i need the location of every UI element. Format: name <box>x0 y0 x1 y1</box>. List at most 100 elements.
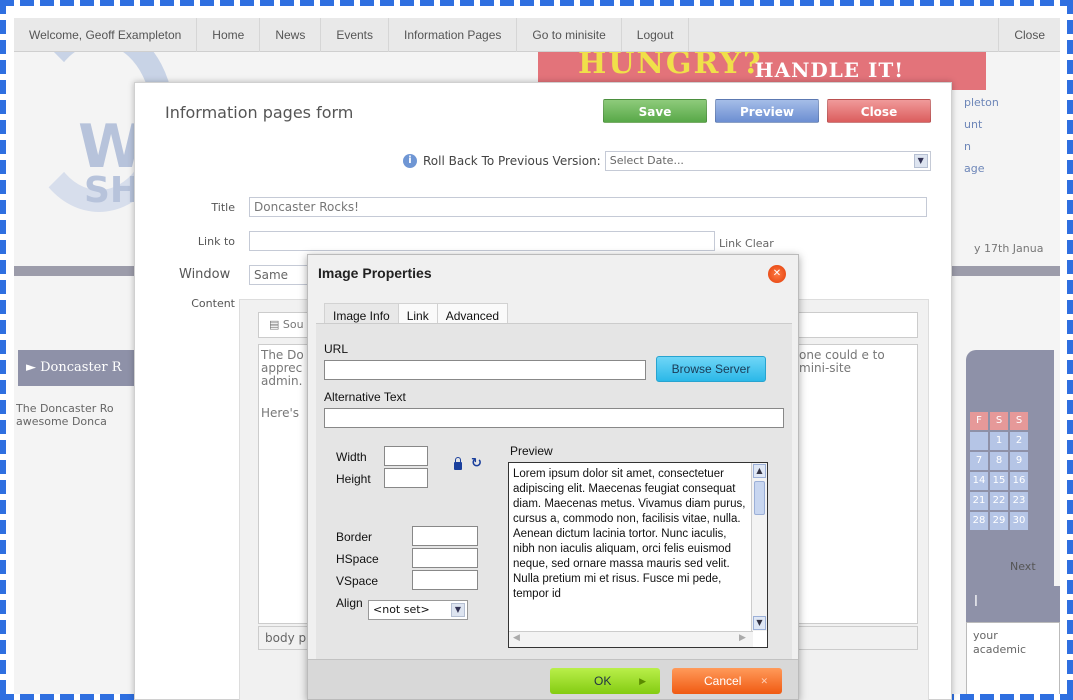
scroll-left-icon[interactable]: ◀ <box>513 633 520 643</box>
width-label: Width <box>336 450 367 464</box>
nav-logout[interactable]: Logout <box>622 17 690 52</box>
preview-label: Preview <box>510 444 553 458</box>
save-button[interactable]: Save <box>603 99 707 123</box>
ok-button-label: OK <box>594 674 612 688</box>
rollback-label: Roll Back To Previous Version: <box>423 154 601 168</box>
banner-text-right: HANDLE IT! <box>754 58 904 82</box>
sidebar-heading[interactable]: ► Doncaster R <box>18 350 140 386</box>
lock-icon[interactable] <box>454 457 462 470</box>
right-link[interactable]: n <box>964 136 999 158</box>
alt-text-input[interactable] <box>324 408 784 428</box>
scroll-down-icon[interactable]: ▼ <box>753 616 766 630</box>
link-clear-button[interactable]: Link Clear <box>719 237 774 250</box>
calendar-day[interactable]: 1 <box>990 432 1008 450</box>
preview-button[interactable]: Preview <box>715 99 819 123</box>
calendar-day[interactable]: 22 <box>990 492 1008 510</box>
date-text: y 17th Janua <box>974 242 1044 255</box>
calendar-day[interactable] <box>970 432 988 450</box>
calendar-day[interactable]: 16 <box>1010 472 1028 490</box>
height-input[interactable] <box>384 468 428 488</box>
close-icon[interactable]: ✕ <box>768 265 786 283</box>
vspace-input[interactable] <box>412 570 478 590</box>
nav-home[interactable]: Home <box>197 17 261 52</box>
bottom-panel-text: your academic <box>966 622 1060 694</box>
frame-right <box>1067 0 1073 700</box>
rollback-date-select[interactable]: Select Date... ▼ <box>604 151 931 171</box>
editor-right-text: one could e to mini-site <box>799 348 885 375</box>
calendar-day[interactable]: 30 <box>1010 512 1028 530</box>
width-input[interactable] <box>384 446 428 466</box>
ok-button[interactable]: OK ▶ <box>550 668 660 694</box>
window-label: Window <box>179 267 231 282</box>
reset-size-icon[interactable]: ↻ <box>471 456 482 471</box>
rollback-row: i Roll Back To Previous Version: Select … <box>403 151 931 171</box>
url-label: URL <box>324 342 349 356</box>
form-title: Information pages form <box>165 103 354 122</box>
preview-horizontal-scrollbar[interactable]: ◀ ▶ <box>509 631 753 647</box>
calendar-header: S <box>1010 412 1028 430</box>
logo-text-bottom: SH <box>84 170 141 211</box>
calendar-day[interactable]: 8 <box>990 452 1008 470</box>
info-icon: i <box>403 154 417 168</box>
welcome-text: Welcome, Geoff Exampleton <box>14 17 198 52</box>
chevron-down-icon[interactable]: ▼ <box>913 154 928 168</box>
align-selected-value: <not set> <box>373 603 430 616</box>
cancel-button[interactable]: Cancel ✕ <box>672 668 782 694</box>
dialog-footer: OK ▶ Cancel ✕ <box>308 659 798 699</box>
calendar-day[interactable]: 9 <box>1010 452 1028 470</box>
calendar-header: S <box>990 412 1008 430</box>
source-button-label: Sou <box>282 318 304 331</box>
calendar-day[interactable]: 21 <box>970 492 988 510</box>
dialog-title: Image Properties <box>318 265 432 281</box>
close-icon: ✕ <box>760 676 768 686</box>
link-label: Link to <box>197 235 235 248</box>
calendar-next-link[interactable]: Next <box>1010 560 1036 573</box>
right-link[interactable]: pleton <box>964 92 999 114</box>
content-label: Content <box>191 297 235 310</box>
scroll-up-icon[interactable]: ▲ <box>753 464 766 478</box>
window-selected-value: Same <box>254 268 289 282</box>
browse-server-button[interactable]: Browse Server <box>656 356 766 382</box>
close-button[interactable]: Close <box>827 99 931 123</box>
nav-news[interactable]: News <box>260 17 322 52</box>
calendar-day[interactable]: 23 <box>1010 492 1028 510</box>
calendar-day[interactable]: 29 <box>990 512 1008 530</box>
right-link[interactable]: unt <box>964 114 999 136</box>
rollback-selected-value: Select Date... <box>609 154 684 167</box>
calendar-day[interactable]: 28 <box>970 512 988 530</box>
hspace-input[interactable] <box>412 548 478 568</box>
nav-go-to-minisite[interactable]: Go to minisite <box>517 17 622 52</box>
calendar-day[interactable]: 7 <box>970 452 988 470</box>
border-input[interactable] <box>412 526 478 546</box>
right-link[interactable]: age <box>964 158 999 180</box>
banner-text-left: HUNGRY? <box>578 52 763 81</box>
hspace-label: HSpace <box>336 552 379 566</box>
title-input[interactable]: Doncaster Rocks! <box>249 197 927 217</box>
nav-close[interactable]: Close <box>998 17 1060 52</box>
scroll-right-icon[interactable]: ▶ <box>739 633 746 643</box>
sidebar-text: The Doncaster Ro awesome Donca <box>16 402 114 428</box>
height-label: Height <box>336 472 371 486</box>
scroll-thumb[interactable] <box>754 481 765 515</box>
arrow-right-icon: ▶ <box>639 676 646 686</box>
preview-box: Lorem ipsum dolor sit amet, consectetuer… <box>508 462 768 648</box>
url-input[interactable] <box>324 360 646 380</box>
calendar-day[interactable]: 14 <box>970 472 988 490</box>
calendar-day[interactable]: 2 <box>1010 432 1028 450</box>
source-button[interactable]: ▤ Sou <box>269 318 304 331</box>
bottom-panel-heading: l <box>966 586 1060 622</box>
link-input[interactable] <box>249 231 715 251</box>
nav-events[interactable]: Events <box>321 17 390 52</box>
vspace-label: VSpace <box>336 574 379 588</box>
window-select[interactable]: Same <box>249 265 309 285</box>
frame-top <box>0 0 1073 6</box>
chevron-down-icon[interactable]: ▼ <box>451 603 465 617</box>
nav-information-pages[interactable]: Information Pages <box>389 17 518 52</box>
title-label: Title <box>211 201 235 214</box>
align-select[interactable]: <not set> ▼ <box>368 600 468 620</box>
calendar-day[interactable]: 15 <box>990 472 1008 490</box>
preview-vertical-scrollbar[interactable]: ▲ ▼ <box>751 463 767 631</box>
top-navigation: Welcome, Geoff Exampleton Home News Even… <box>14 17 1060 52</box>
alt-text-label: Alternative Text <box>324 390 406 404</box>
align-label: Align <box>336 596 363 610</box>
